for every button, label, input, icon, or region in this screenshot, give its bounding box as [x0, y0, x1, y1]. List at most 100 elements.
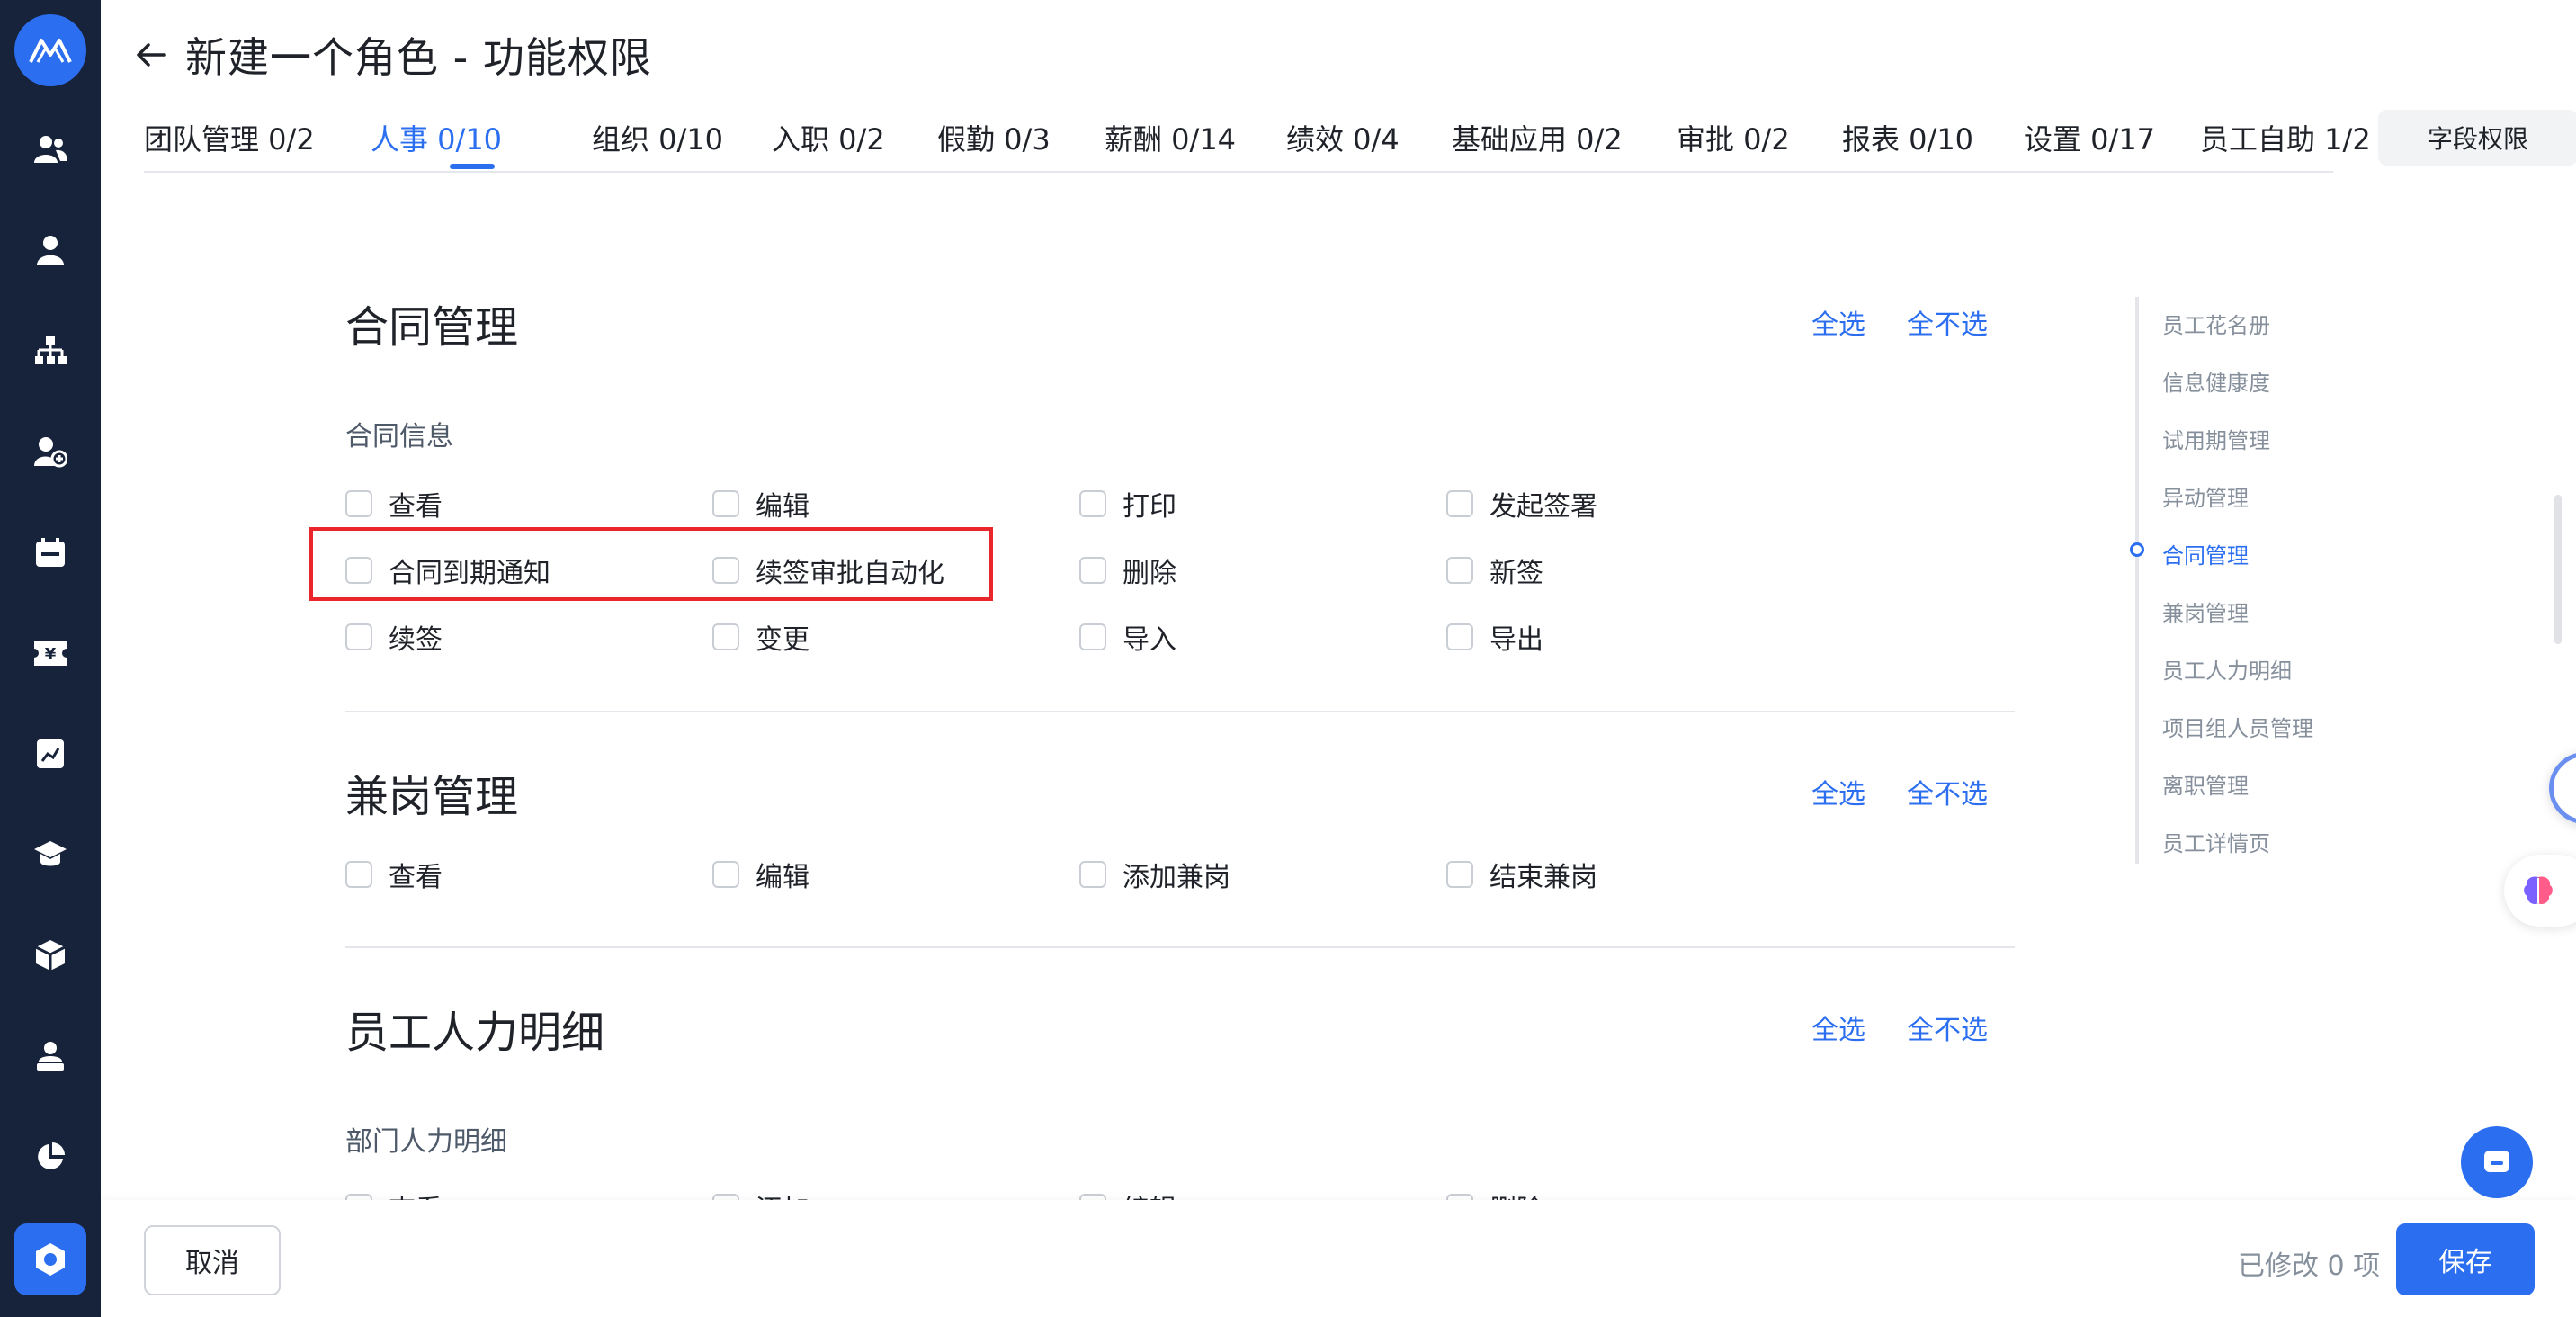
sidebar: ¥: [0, 0, 101, 1317]
checkbox-contract-edit[interactable]: 编辑: [712, 484, 809, 524]
save-button[interactable]: 保存: [2396, 1223, 2535, 1295]
checkbox-label: 编辑: [1123, 1187, 1176, 1200]
anchor-resignation[interactable]: 离职管理: [2162, 768, 2249, 800]
deselect-all-contract[interactable]: 全不选: [1907, 302, 1988, 342]
checkbox[interactable]: [1446, 861, 1473, 888]
checkbox[interactable]: [1446, 557, 1473, 584]
tab-organization[interactable]: 组织 0/10: [592, 117, 723, 158]
user-badge-icon[interactable]: [32, 1038, 68, 1074]
tab-onboarding[interactable]: 入职 0/2: [772, 117, 885, 158]
checkbox-workforce-add[interactable]: 添加: [712, 1187, 809, 1200]
checkbox-part-time-end[interactable]: 结束兼岗: [1446, 855, 1597, 894]
anchor-info-health[interactable]: 信息健康度: [2162, 365, 2270, 397]
checkbox[interactable]: [1079, 557, 1106, 584]
field-permission-button[interactable]: 字段权限: [2378, 110, 2576, 166]
deselect-all-part-time[interactable]: 全不选: [1907, 772, 1988, 811]
scrollbar[interactable]: [2554, 495, 2562, 644]
person-icon[interactable]: [32, 232, 68, 268]
permission-content: 合同管理 全选 全不选 合同信息 查看 编辑 打印 发起签署 合同到期通知 续签…: [243, 173, 2015, 1200]
select-all-contract[interactable]: 全选: [1811, 302, 1865, 342]
tab-payroll[interactable]: 薪酬 0/14: [1105, 117, 1236, 158]
checkbox[interactable]: [1079, 490, 1106, 517]
deselect-all-workforce[interactable]: 全不选: [1907, 1008, 1988, 1047]
performance-icon[interactable]: [32, 736, 68, 772]
checkbox-label: 删除: [1489, 1187, 1543, 1200]
calendar-icon[interactable]: [32, 534, 68, 570]
anchor-roster[interactable]: 员工花名册: [2162, 308, 2270, 339]
select-all-part-time[interactable]: 全选: [1811, 772, 1865, 811]
checkbox-contract-export[interactable]: 导出: [1446, 617, 1543, 657]
anchor-transfer[interactable]: 异动管理: [2162, 480, 2249, 512]
checkbox[interactable]: [1079, 623, 1106, 650]
checkbox[interactable]: [1079, 1194, 1106, 1200]
anchor-contract[interactable]: 合同管理: [2162, 538, 2249, 569]
checkbox-label: 添加兼岗: [1123, 862, 1230, 893]
tab-approval[interactable]: 审批 0/2: [1677, 117, 1790, 158]
tab-performance[interactable]: 绩效 0/4: [1286, 117, 1400, 158]
checkbox-part-time-view[interactable]: 查看: [345, 855, 443, 894]
back-arrow-icon[interactable]: [133, 37, 169, 73]
app-logo[interactable]: [14, 14, 86, 86]
select-all-workforce[interactable]: 全选: [1811, 1008, 1865, 1047]
checkbox-contract-import[interactable]: 导入: [1079, 617, 1176, 657]
checkbox-contract-sign[interactable]: 发起签署: [1446, 484, 1597, 524]
team-icon[interactable]: [32, 131, 68, 167]
checkbox-workforce-delete[interactable]: 删除: [1446, 1187, 1543, 1200]
checkbox-contract-view[interactable]: 查看: [345, 484, 443, 524]
tab-attendance[interactable]: 假勤 0/3: [937, 117, 1051, 158]
checkbox-contract-change[interactable]: 变更: [712, 617, 809, 657]
permission-tabs: 团队管理 0/2 人事 0/10 组织 0/10 入职 0/2 假勤 0/3 薪…: [144, 108, 2371, 173]
chat-support-button[interactable]: [2461, 1126, 2533, 1198]
pie-chart-icon[interactable]: [32, 1139, 68, 1175]
checkbox-workforce-edit[interactable]: 编辑: [1079, 1187, 1176, 1200]
main-area: 新建一个角色 - 功能权限 团队管理 0/2 人事 0/10 组织 0/10 入…: [101, 0, 2576, 1317]
checkbox-contract-print[interactable]: 打印: [1079, 484, 1176, 524]
tab-personnel[interactable]: 人事 0/10: [371, 117, 502, 158]
anchor-probation[interactable]: 试用期管理: [2162, 423, 2270, 454]
tab-basic-apps[interactable]: 基础应用 0/2: [1452, 117, 1623, 158]
tab-reports[interactable]: 报表 0/10: [1842, 117, 1973, 158]
checkbox[interactable]: [345, 490, 372, 517]
checkbox[interactable]: [345, 861, 372, 888]
training-icon[interactable]: [32, 837, 68, 873]
subsection-title-contract-info: 合同信息: [345, 421, 453, 452]
checkbox[interactable]: [712, 861, 739, 888]
checkbox[interactable]: [345, 623, 372, 650]
ai-assistant-button[interactable]: [2504, 855, 2576, 927]
user-add-icon[interactable]: [32, 434, 68, 470]
anchor-part-time[interactable]: 兼岗管理: [2162, 596, 2249, 627]
checkbox-contract-new[interactable]: 新签: [1446, 551, 1543, 590]
tab-team[interactable]: 团队管理 0/2: [144, 117, 315, 158]
cancel-button[interactable]: 取消: [144, 1225, 281, 1295]
checkbox[interactable]: [345, 1194, 372, 1200]
salary-icon[interactable]: ¥: [32, 635, 68, 671]
checkbox-workforce-view[interactable]: 查看: [345, 1187, 443, 1200]
settings-icon[interactable]: [14, 1223, 86, 1295]
checkbox-label: 查看: [389, 491, 443, 523]
active-tab-indicator: [450, 164, 495, 169]
anchor-project-members[interactable]: 项目组人员管理: [2162, 711, 2313, 742]
checkbox[interactable]: [712, 490, 739, 517]
section-divider: [345, 711, 2015, 712]
checkbox-contract-renew[interactable]: 续签: [345, 617, 443, 657]
section-title-contract: 合同管理: [345, 302, 519, 353]
logo-icon: [29, 39, 72, 63]
checkbox[interactable]: [1446, 1194, 1473, 1200]
brain-icon: [2524, 876, 2553, 905]
anchor-employee-detail[interactable]: 员工详情页: [2162, 826, 2270, 857]
checkbox[interactable]: [712, 1194, 739, 1200]
checkbox[interactable]: [1446, 623, 1473, 650]
checkbox[interactable]: [1079, 861, 1106, 888]
org-chart-icon[interactable]: [32, 333, 68, 369]
checkbox-contract-delete[interactable]: 删除: [1079, 551, 1176, 590]
checkbox[interactable]: [712, 623, 739, 650]
tab-self-service[interactable]: 员工自助 1/2: [2200, 117, 2371, 158]
box-icon[interactable]: [32, 937, 68, 973]
svg-text:¥: ¥: [45, 645, 57, 664]
checkbox-part-time-edit[interactable]: 编辑: [712, 855, 809, 894]
checkbox-label: 续签: [389, 624, 443, 656]
checkbox[interactable]: [1446, 490, 1473, 517]
anchor-workforce[interactable]: 员工人力明细: [2162, 653, 2292, 685]
tab-settings[interactable]: 设置 0/17: [2024, 117, 2155, 158]
checkbox-part-time-add[interactable]: 添加兼岗: [1079, 855, 1230, 894]
